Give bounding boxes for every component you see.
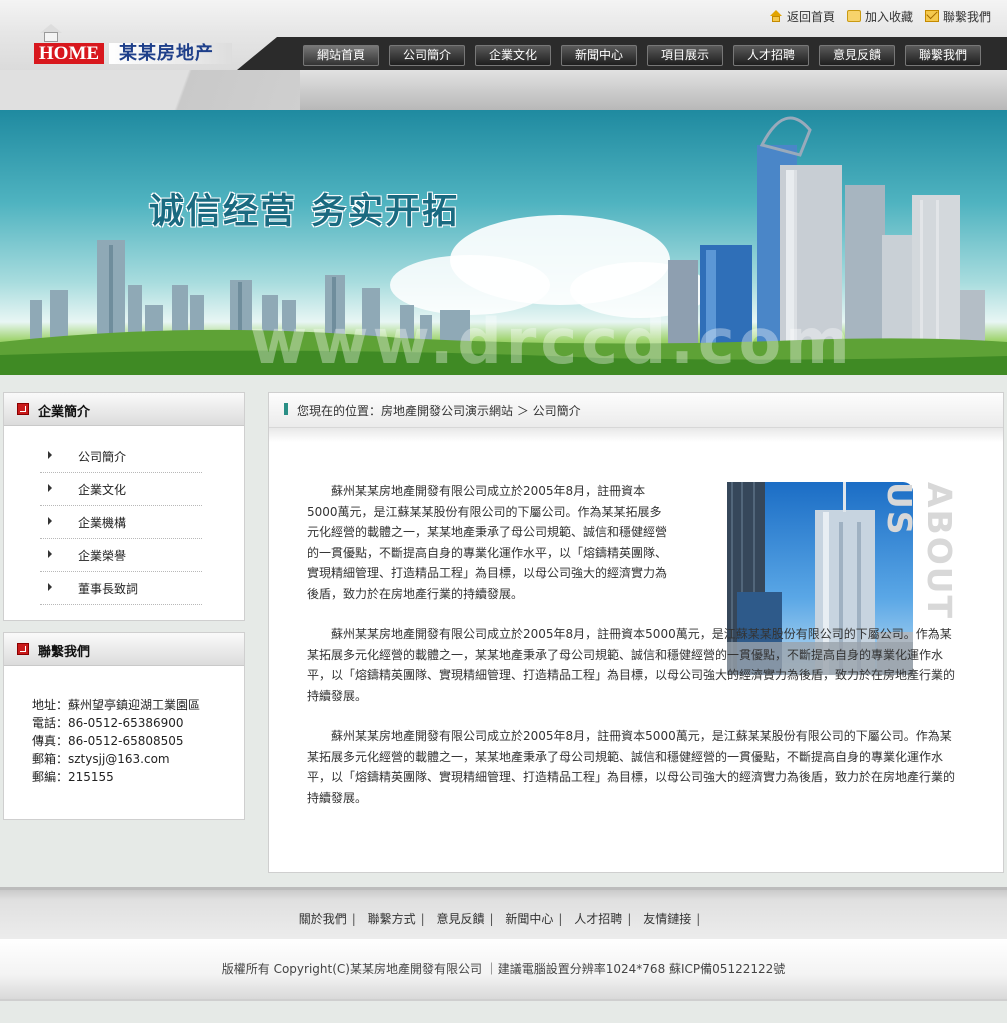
company-intro-article: 蘇州某某房地產開發有限公司成立於2005年8月，註冊資本5000萬元，是江蘇某某… [307, 481, 957, 828]
contact-panel-header: 聯繫我們 [4, 633, 244, 666]
contact-link[interactable]: 聯繫我們 [924, 6, 991, 26]
sidebar-item-label: 董事長致詞 [78, 582, 139, 596]
nav-contact[interactable]: 聯繫我們 [905, 45, 981, 66]
site-logo[interactable]: HOME 某某房地产 [33, 24, 233, 68]
sidebar-item-label: 企業機構 [78, 516, 127, 530]
footer-copyright-bar: 版權所有 Copyright(C)某某房地產開發有限公司 ｜建議電腦設置分辨率1… [0, 939, 1007, 1001]
nav-home[interactable]: 網站首頁 [303, 45, 379, 66]
nav-company-intro[interactable]: 公司簡介 [389, 45, 465, 66]
triangle-right-icon [48, 451, 52, 459]
contact-phone: 電話：86-0512-65386900 [32, 716, 184, 730]
footer-links-bar: 關於我們 | 聯繫方式 | 意見反饋 | 新聞中心 | 人才招聘 | 友情鏈接 | [0, 887, 1007, 939]
header-bar [0, 70, 1007, 110]
breadcrumb: 您現在的位置：房地產開發公司演示網站 ＞ 公司簡介 [297, 404, 581, 418]
contact-panel-title: 聯繫我們 [38, 645, 91, 660]
top-links: 返回首頁 加入收藏 聯繫我們 [769, 6, 991, 26]
triangle-right-icon [48, 517, 52, 525]
house-icon [40, 24, 62, 42]
banner-slogan: 诚信经营 务实开拓 [149, 191, 460, 232]
company-intro-panel-title: 企業簡介 [38, 405, 91, 420]
sidebar-item-culture[interactable]: 企業文化 [40, 473, 202, 506]
contact-info: 地址：蘇州望亭鎮迎湖工業園區 電話：86-0512-65386900 傳真：86… [32, 696, 244, 786]
article-paragraph-1: 蘇州某某房地產開發有限公司成立於2005年8月，註冊資本5000萬元，是江蘇某某… [307, 484, 668, 601]
favorite-icon [846, 10, 861, 22]
add-favorite-link[interactable]: 加入收藏 [846, 6, 913, 26]
sidebar-item-honors[interactable]: 企業榮譽 [40, 539, 202, 572]
contact-fax: 傳真：86-0512-65808505 [32, 734, 184, 748]
breadcrumb-bar: 您現在的位置：房地產開發公司演示網站 ＞ 公司簡介 [269, 393, 1003, 428]
company-intro-menu: 公司簡介 企業文化 企業機構 企業榮譽 董事長致詞 [40, 440, 202, 605]
nav-culture[interactable]: 企業文化 [475, 45, 551, 66]
arrow-square-icon [17, 403, 29, 415]
logo-home-text: HOME [34, 43, 104, 64]
copyright-text: 版權所有 Copyright(C)某某房地產開發有限公司 ｜建議電腦設置分辨率1… [221, 962, 786, 976]
footer-link-careers[interactable]: 人才招聘 [574, 912, 622, 926]
add-favorite-label: 加入收藏 [864, 9, 913, 24]
nav-feedback[interactable]: 意見反饋 [819, 45, 895, 66]
footer-link-friend-links[interactable]: 友情鏈接 [643, 912, 691, 926]
home-icon [769, 10, 783, 22]
footer-link-about[interactable]: 關於我們 [299, 912, 347, 926]
mail-icon [924, 10, 939, 22]
contact-postcode: 郵編：215155 [32, 770, 114, 784]
footer-link-contact-methods[interactable]: 聯繫方式 [368, 912, 416, 926]
triangle-right-icon [48, 484, 52, 492]
footer-links: 關於我們 | 聯繫方式 | 意見反饋 | 新聞中心 | 人才招聘 | 友情鏈接 | [298, 912, 701, 926]
footer-link-news[interactable]: 新聞中心 [505, 912, 553, 926]
contact-address: 地址：蘇州望亭鎮迎湖工業園區 [32, 698, 201, 712]
sidebar-item-label: 公司簡介 [78, 450, 127, 464]
banner-watermark: www.drccd.com [250, 305, 854, 375]
contact-email: 郵箱：sztysjj@163.com [32, 752, 170, 766]
home-link[interactable]: 返回首頁 [769, 6, 835, 26]
article-paragraph-3: 蘇州某某房地產開發有限公司成立於2005年8月，註冊資本5000萬元，是江蘇某某… [307, 729, 956, 805]
breadcrumb-marker [284, 403, 288, 415]
nav-news[interactable]: 新聞中心 [561, 45, 637, 66]
contact-link-label: 聯繫我們 [942, 9, 991, 24]
sidebar-item-company-intro[interactable]: 公司簡介 [40, 440, 202, 473]
main-content-panel: 您現在的位置：房地產開發公司演示網站 ＞ 公司簡介 ABOUT US 蘇州某某房… [268, 392, 1004, 873]
logo-company-name: 某某房地产 [109, 43, 232, 64]
triangle-right-icon [48, 583, 52, 591]
sidebar-item-label: 企業文化 [78, 483, 127, 497]
triangle-right-icon [48, 550, 52, 558]
company-intro-panel-header: 企業簡介 [4, 393, 244, 426]
home-link-label: 返回首頁 [786, 9, 835, 24]
company-intro-panel: 企業簡介 公司簡介 企業文化 企業機構 企業榮譽 董事長致詞 [3, 392, 245, 621]
arrow-square-icon [17, 643, 29, 655]
sidebar-item-chairman-speech[interactable]: 董事長致詞 [40, 572, 202, 605]
main-nav: 網站首頁 公司簡介 企業文化 新聞中心 項目展示 人才招聘 意見反饋 聯繫我們 [237, 37, 1007, 70]
contact-panel: 聯繫我們 地址：蘇州望亭鎮迎湖工業園區 電話：86-0512-65386900 … [3, 632, 245, 820]
nav-projects[interactable]: 項目展示 [647, 45, 723, 66]
header-fade [269, 428, 1003, 442]
footer-link-feedback[interactable]: 意見反饋 [437, 912, 485, 926]
nav-careers[interactable]: 人才招聘 [733, 45, 809, 66]
sidebar-item-organization[interactable]: 企業機構 [40, 506, 202, 539]
article-paragraph-2: 蘇州某某房地產開發有限公司成立於2005年8月，註冊資本5000萬元，是江蘇某某… [307, 627, 956, 703]
sidebar-item-label: 企業榮譽 [78, 549, 127, 563]
hero-banner: 诚信经营 务实开拓 www.drccd.com [0, 110, 1007, 375]
